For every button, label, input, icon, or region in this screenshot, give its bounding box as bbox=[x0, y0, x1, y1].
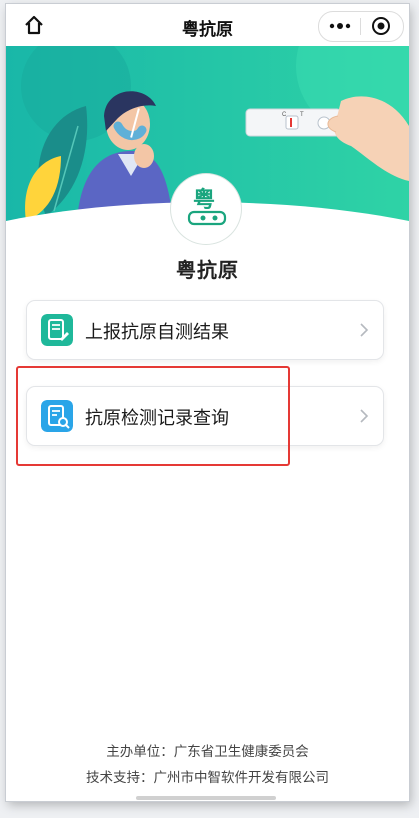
strip-t-mark: T bbox=[300, 112, 304, 118]
chevron-right-icon bbox=[360, 323, 369, 337]
test-kit-logo: 粤 bbox=[187, 187, 227, 226]
footer-organizer: 主办单位：广东省卫生健康委员会 bbox=[106, 744, 309, 759]
chevron-right-icon bbox=[360, 409, 369, 423]
nav-bar: 粤抗原 bbox=[6, 4, 409, 47]
mini-program-capsule bbox=[318, 11, 404, 42]
report-result-button[interactable]: 上报抗原自测结果 bbox=[26, 300, 384, 360]
page-title: 粤抗原 bbox=[176, 260, 239, 282]
more-dots-icon[interactable] bbox=[329, 22, 351, 30]
report-form-icon bbox=[41, 314, 73, 346]
footer-support: 技术支持：广州市中智软件开发有限公司 bbox=[86, 770, 329, 785]
capsule-divider bbox=[360, 18, 361, 35]
strip-c-mark: C bbox=[282, 112, 287, 118]
report-result-label: 上报抗原自测结果 bbox=[85, 322, 229, 342]
target-close-icon[interactable] bbox=[371, 16, 391, 36]
logo-text: 粤 bbox=[193, 187, 215, 213]
app-logo: 粤 bbox=[171, 174, 241, 244]
highlight-annotation-box bbox=[16, 366, 290, 466]
app-frame: 粤抗原 C T 粤 粤抗原 上报抗原自测结果 抗原检测记录查询 主办单位：广东省… bbox=[6, 4, 409, 801]
home-indicator bbox=[136, 796, 276, 800]
